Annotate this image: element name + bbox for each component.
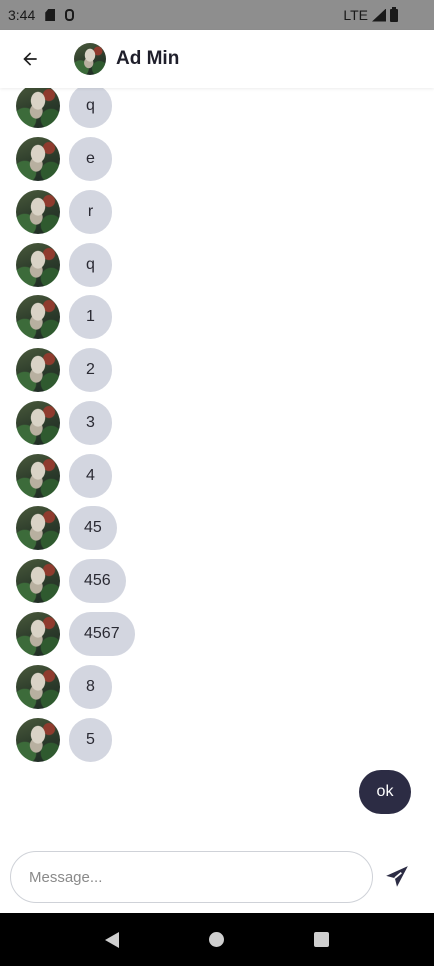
incoming-message[interactable]: 8 (69, 665, 112, 709)
outgoing-message[interactable]: ok (359, 770, 411, 814)
paper-plane-icon (386, 866, 408, 887)
message-row: 3 (16, 401, 112, 445)
incoming-message[interactable]: e (69, 137, 112, 181)
incoming-message[interactable]: 1 (69, 295, 112, 339)
incoming-message[interactable]: 4567 (69, 612, 135, 656)
avatar[interactable] (16, 559, 60, 603)
message-composer (0, 840, 434, 912)
back-button[interactable] (0, 30, 60, 88)
message-row: 45 (16, 506, 117, 550)
avatar[interactable] (16, 348, 60, 392)
database-icon (65, 9, 75, 21)
message-row: 8 (16, 665, 112, 709)
avatar[interactable] (16, 506, 60, 550)
nav-recents-icon[interactable] (314, 932, 329, 947)
nav-back-icon[interactable] (105, 931, 119, 948)
chat-header: Ad Min (0, 30, 434, 88)
incoming-message[interactable]: 45 (69, 506, 117, 550)
incoming-message[interactable]: q (69, 243, 112, 287)
incoming-message[interactable]: 4 (69, 454, 112, 498)
incoming-message[interactable]: 456 (69, 559, 126, 603)
arrow-left-icon (23, 52, 37, 66)
avatar[interactable] (16, 190, 60, 234)
avatar[interactable] (16, 612, 60, 656)
message-row: 2 (16, 348, 112, 392)
avatar[interactable] (16, 401, 60, 445)
message-row: 456 (16, 559, 126, 603)
avatar[interactable] (16, 718, 60, 762)
message-row: 1 (16, 295, 112, 339)
battery-icon (390, 6, 398, 22)
incoming-message[interactable]: q (69, 88, 112, 128)
incoming-message[interactable]: 5 (69, 718, 112, 762)
message-list[interactable]: q e r q 1 2 3 4 45 456 4567 8 5 (0, 88, 434, 828)
avatar[interactable] (16, 243, 60, 287)
header-avatar[interactable] (74, 43, 106, 75)
message-row: 5 (16, 718, 112, 762)
incoming-message[interactable]: 2 (69, 348, 112, 392)
avatar[interactable] (16, 665, 60, 709)
message-input[interactable] (10, 851, 373, 903)
status-time: 3:44 (8, 7, 36, 23)
nav-home-icon[interactable] (209, 932, 224, 947)
message-row: 4567 (16, 612, 135, 656)
message-row: q (16, 243, 112, 287)
status-bar: 3:44 LTE (0, 0, 434, 30)
message-row: e (16, 137, 112, 181)
sd-card-icon (45, 9, 56, 21)
avatar[interactable] (16, 88, 60, 128)
avatar[interactable] (16, 137, 60, 181)
incoming-message[interactable]: 3 (69, 401, 112, 445)
avatar[interactable] (16, 295, 60, 339)
message-row: r (16, 190, 112, 234)
status-right: LTE (343, 6, 398, 23)
signal-icon (372, 8, 386, 22)
incoming-message[interactable]: r (69, 190, 112, 234)
message-row: q (16, 88, 112, 128)
message-row: 4 (16, 454, 112, 498)
avatar[interactable] (16, 454, 60, 498)
system-navigation-bar (0, 913, 434, 966)
send-button[interactable] (382, 862, 412, 892)
chat-title: Ad Min (116, 48, 180, 69)
network-type: LTE (343, 7, 368, 23)
